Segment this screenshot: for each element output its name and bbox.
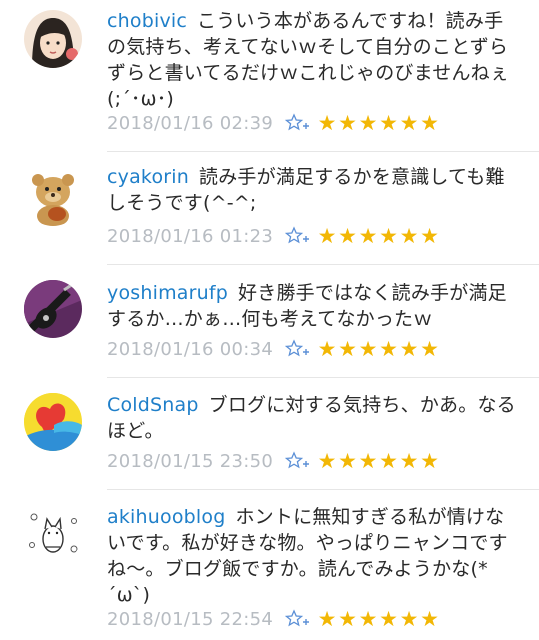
avatar[interactable] bbox=[24, 168, 82, 226]
star-icon[interactable]: ★ bbox=[358, 338, 378, 360]
star-icon[interactable]: ★ bbox=[399, 112, 419, 134]
avatar[interactable] bbox=[24, 393, 82, 451]
comment-body: ColdSnap ブログに対する気持ち、かあ。なるほど。 bbox=[107, 392, 517, 444]
star-icon[interactable]: ★ bbox=[420, 608, 440, 630]
divider bbox=[107, 151, 539, 152]
star-icon[interactable]: ★ bbox=[317, 112, 337, 134]
comment-meta: 2018/01/16 01:23 ★ ★ ★ ★ ★ ★ bbox=[107, 223, 440, 249]
star-icon[interactable]: ★ bbox=[379, 608, 399, 630]
add-star-icon[interactable] bbox=[285, 338, 315, 360]
star-icon[interactable]: ★ bbox=[358, 112, 378, 134]
divider bbox=[107, 377, 539, 378]
star-icon[interactable]: ★ bbox=[420, 225, 440, 247]
timestamp: 2018/01/16 01:23 bbox=[107, 225, 274, 247]
comment-body: chobivic こういう本があるんですね！読み手の気持ち、考えてないｗそして自分… bbox=[107, 8, 517, 112]
star-icon[interactable]: ★ bbox=[317, 608, 337, 630]
star-list: ★ ★ ★ ★ ★ ★ bbox=[317, 608, 440, 630]
star-icon[interactable]: ★ bbox=[317, 338, 337, 360]
timestamp: 2018/01/15 22:54 bbox=[107, 608, 274, 630]
timestamp: 2018/01/16 00:34 bbox=[107, 338, 274, 360]
star-list: ★ ★ ★ ★ ★ ★ bbox=[317, 450, 440, 472]
comment-body: akihuooblog ホントに無知すぎる私が情けないです。私が好きな物。やっぱり… bbox=[107, 504, 517, 608]
avatar[interactable] bbox=[24, 280, 82, 338]
star-icon[interactable]: ★ bbox=[317, 225, 337, 247]
star-icon[interactable]: ★ bbox=[338, 225, 358, 247]
avatar[interactable] bbox=[24, 10, 82, 68]
comment-meta: 2018/01/16 02:39 ★ ★ ★ ★ ★ ★ bbox=[107, 110, 440, 136]
comment-body: yoshimarufp 好き勝手ではなく読み手が満足するか…かぁ…何も考えてなかっ… bbox=[107, 280, 517, 332]
star-icon[interactable]: ★ bbox=[317, 450, 337, 472]
star-icon[interactable]: ★ bbox=[420, 450, 440, 472]
comment-meta: 2018/01/15 23:50 ★ ★ ★ ★ ★ ★ bbox=[107, 448, 440, 474]
comment-body: cyakorin 読み手が満足するかを意識しても難しそうです(^-^; bbox=[107, 164, 517, 216]
star-list: ★ ★ ★ ★ ★ ★ bbox=[317, 338, 440, 360]
divider bbox=[107, 264, 539, 265]
star-icon[interactable]: ★ bbox=[399, 450, 419, 472]
star-list: ★ ★ ★ ★ ★ ★ bbox=[317, 225, 440, 247]
add-star-icon[interactable] bbox=[285, 225, 315, 247]
star-icon[interactable]: ★ bbox=[379, 225, 399, 247]
star-icon[interactable]: ★ bbox=[379, 450, 399, 472]
username-link[interactable]: akihuooblog bbox=[107, 506, 225, 528]
username-link[interactable]: chobivic bbox=[107, 10, 187, 32]
star-list: ★ ★ ★ ★ ★ ★ bbox=[317, 112, 440, 134]
comment-meta: 2018/01/15 22:54 ★ ★ ★ ★ ★ ★ bbox=[107, 606, 440, 632]
star-icon[interactable]: ★ bbox=[379, 338, 399, 360]
star-icon[interactable]: ★ bbox=[338, 112, 358, 134]
star-icon[interactable]: ★ bbox=[379, 112, 399, 134]
star-icon[interactable]: ★ bbox=[358, 225, 378, 247]
star-icon[interactable]: ★ bbox=[338, 608, 358, 630]
add-star-icon[interactable] bbox=[285, 112, 315, 134]
comment-meta: 2018/01/16 00:34 ★ ★ ★ ★ ★ ★ bbox=[107, 336, 440, 362]
star-icon[interactable]: ★ bbox=[399, 225, 419, 247]
username-link[interactable]: yoshimarufp bbox=[107, 282, 228, 304]
timestamp: 2018/01/16 02:39 bbox=[107, 112, 274, 134]
star-icon[interactable]: ★ bbox=[399, 338, 419, 360]
add-star-icon[interactable] bbox=[285, 450, 315, 472]
star-icon[interactable]: ★ bbox=[420, 112, 440, 134]
star-icon[interactable]: ★ bbox=[338, 450, 358, 472]
add-star-icon[interactable] bbox=[285, 608, 315, 630]
star-icon[interactable]: ★ bbox=[420, 338, 440, 360]
timestamp: 2018/01/15 23:50 bbox=[107, 450, 274, 472]
star-icon[interactable]: ★ bbox=[399, 608, 419, 630]
star-icon[interactable]: ★ bbox=[338, 338, 358, 360]
username-link[interactable]: cyakorin bbox=[107, 166, 189, 188]
avatar[interactable] bbox=[24, 505, 82, 563]
star-icon[interactable]: ★ bbox=[358, 450, 378, 472]
divider bbox=[107, 489, 539, 490]
star-icon[interactable]: ★ bbox=[358, 608, 378, 630]
username-link[interactable]: ColdSnap bbox=[107, 394, 199, 416]
